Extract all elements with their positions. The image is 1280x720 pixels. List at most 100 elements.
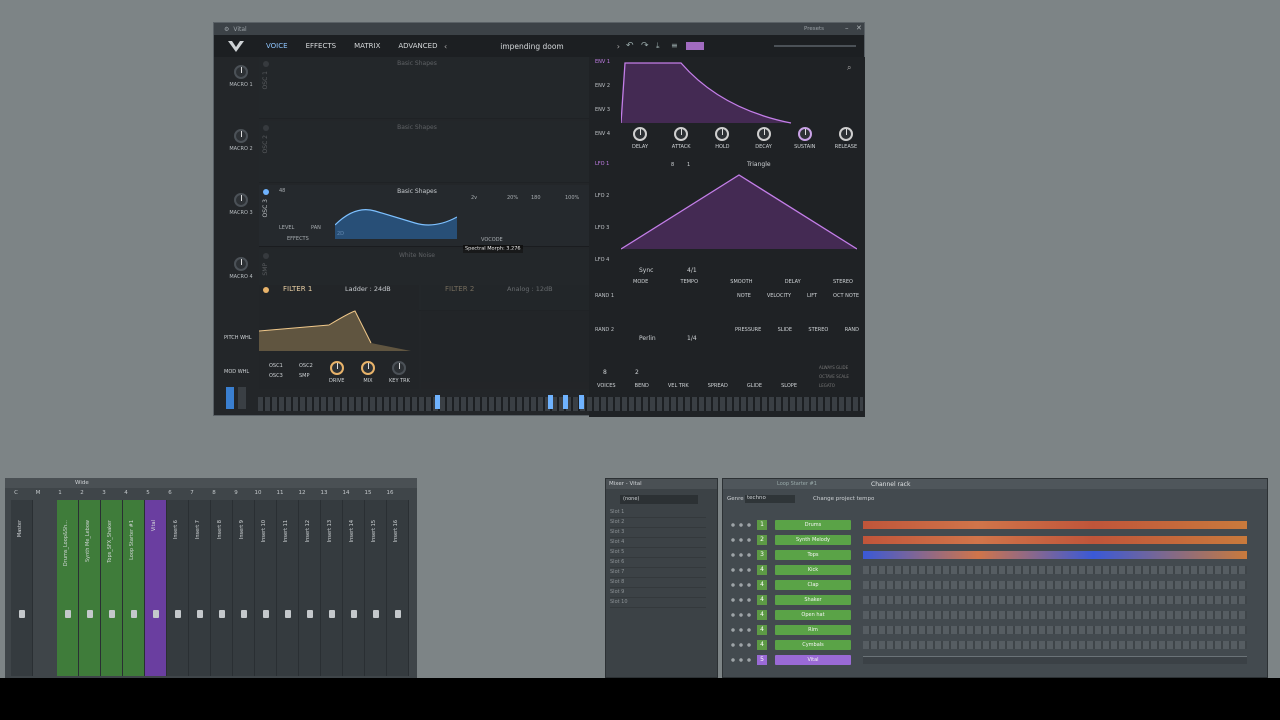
audio-clip[interactable]: [863, 536, 1247, 544]
channel-row[interactable]: 3 Tops: [723, 549, 1267, 561]
insert-slot[interactable]: Slot 4: [610, 539, 706, 548]
channel-mute-leds[interactable]: [729, 522, 753, 528]
channel-row[interactable]: 4 Open hat: [723, 609, 1267, 621]
mod-wheel[interactable]: [238, 387, 246, 409]
filter-1-smp[interactable]: SMP: [299, 373, 310, 379]
track-number[interactable]: 15: [357, 490, 379, 500]
mixer-strip[interactable]: Insert 16: [387, 500, 409, 676]
channel-name-button[interactable]: Clap: [775, 580, 851, 590]
insert-slot[interactable]: Slot 10: [610, 599, 706, 608]
track-number[interactable]: 4: [115, 490, 137, 500]
channel-row[interactable]: 4 Clap: [723, 579, 1267, 591]
mixer-strip[interactable]: Insert 14: [343, 500, 365, 676]
env-3-tab[interactable]: ENV 3: [595, 107, 610, 113]
mixer-strip[interactable]: Insert 12: [299, 500, 321, 676]
voice-option-legato[interactable]: LEGATO: [819, 381, 849, 390]
lfo-shape-name[interactable]: Triangle: [747, 161, 771, 168]
volume-fader[interactable]: [197, 610, 203, 618]
volume-fader[interactable]: [307, 610, 313, 618]
channel-mute-leds[interactable]: [729, 567, 753, 573]
osc-3-phase-pct[interactable]: 100%: [565, 195, 579, 201]
volume-fader[interactable]: [219, 610, 225, 618]
insert-slot[interactable]: Slot 5: [610, 549, 706, 558]
rand-2-tab[interactable]: RAND 2: [595, 327, 614, 333]
osc-3-pitch[interactable]: 48: [279, 188, 285, 194]
osc-2-toggle[interactable]: [263, 125, 269, 131]
insert-slot[interactable]: Slot 3: [610, 529, 706, 538]
volume-fader[interactable]: [329, 610, 335, 618]
bend-value[interactable]: 2: [635, 369, 639, 376]
step-sequencer[interactable]: [863, 596, 1247, 604]
volume-fader[interactable]: [395, 610, 401, 618]
track-number[interactable]: 3: [93, 490, 115, 500]
insert-slot[interactable]: Slot 6: [610, 559, 706, 568]
preset-selector[interactable]: ‹ impending doom ›: [444, 39, 620, 53]
search-icon[interactable]: ⌕: [847, 63, 851, 73]
osc-3-wavetable[interactable]: [335, 197, 457, 239]
mixer-strip[interactable]: Tops_SFX_Shaker: [101, 500, 123, 676]
track-number[interactable]: 14: [335, 490, 357, 500]
mixer-strip[interactable]: Insert 11: [277, 500, 299, 676]
track-number[interactable]: 5: [137, 490, 159, 500]
presets-label[interactable]: Presets: [804, 26, 824, 32]
channel-mixer-route[interactable]: 4: [757, 625, 767, 635]
mod-source-velocity[interactable]: VELOCITY: [767, 293, 791, 299]
step-sequencer[interactable]: [863, 581, 1247, 589]
mod-source-rand[interactable]: RAND: [845, 327, 859, 333]
filter-1-drive-knob[interactable]: DRIVE: [329, 361, 344, 384]
volume-fader[interactable]: [109, 610, 115, 618]
insert-slot[interactable]: Slot 8: [610, 579, 706, 588]
lfo-mode-value[interactable]: Sync: [639, 267, 653, 274]
minimize-icon[interactable]: –: [845, 24, 849, 32]
channel-mixer-route[interactable]: 2: [757, 535, 767, 545]
random-tempo-value[interactable]: 1/4: [687, 335, 697, 342]
osc-3-phase[interactable]: 180: [531, 195, 541, 201]
env-attack-knob[interactable]: ATTACK: [666, 127, 696, 150]
voice-option-octave-scale[interactable]: OCTAVE SCALE: [819, 372, 849, 381]
step-sequencer[interactable]: [863, 566, 1247, 574]
filter-2[interactable]: FILTER 2 Analog : 12dB: [421, 285, 589, 389]
osc-3-unison[interactable]: 2v: [471, 195, 477, 201]
step-sequencer[interactable]: [863, 611, 1247, 619]
piano-roll-preview[interactable]: [863, 656, 1247, 664]
mixer-strip[interactable]: Insert 10: [255, 500, 277, 676]
channel-mute-leds[interactable]: [729, 657, 753, 663]
mixer-strip[interactable]: Insert 13: [321, 500, 343, 676]
keyboard[interactable]: [258, 397, 863, 411]
mixer-strip[interactable]: Insert 8: [211, 500, 233, 676]
macro-3[interactable]: MACRO 3: [224, 193, 258, 216]
lfo-2-tab[interactable]: LFO 2: [595, 193, 609, 199]
volume-fader[interactable]: [285, 610, 291, 618]
vital-titlebar[interactable]: ⚙ Vital Presets – ✕: [214, 23, 864, 35]
lfo-steps-b[interactable]: 1: [687, 162, 690, 168]
gear-icon[interactable]: ⚙: [224, 26, 229, 33]
mixer-view-mode[interactable]: Wide: [75, 480, 89, 486]
env-release-knob[interactable]: RELEASE: [831, 127, 861, 150]
channel-row[interactable]: 4 Kick: [723, 564, 1267, 576]
lfo-1-tab[interactable]: LFO 1: [595, 161, 609, 167]
undo-icon[interactable]: ↶: [626, 41, 634, 51]
macro-1[interactable]: MACRO 1: [224, 65, 258, 88]
lfo-steps-a[interactable]: 8: [671, 162, 674, 168]
lfo-graph[interactable]: [621, 171, 857, 251]
filter-1-osc3[interactable]: OSC3: [269, 373, 283, 379]
volume-fader[interactable]: [175, 610, 181, 618]
mixer-strip[interactable]: Master: [11, 500, 33, 676]
channel-name-button[interactable]: Drums: [775, 520, 851, 530]
channel-mixer-route[interactable]: 4: [757, 640, 767, 650]
tab-voice[interactable]: VOICE: [266, 42, 288, 50]
voice-option-always-glide[interactable]: ALWAYS GLIDE: [819, 363, 849, 372]
channel-row[interactable]: 4 Cymbals: [723, 639, 1267, 651]
pitch-wheel[interactable]: [226, 387, 234, 409]
osc-3-toggle[interactable]: [263, 189, 269, 195]
channel-name-button[interactable]: Rim: [775, 625, 851, 635]
mod-source-oct-note[interactable]: OCT NOTE: [833, 293, 859, 299]
smp-toggle[interactable]: [263, 253, 269, 259]
env-hold-knob[interactable]: HOLD: [707, 127, 737, 150]
volume-fader[interactable]: [65, 610, 71, 618]
channel-mute-leds[interactable]: [729, 597, 753, 603]
channel-name-button[interactable]: Synth Melody: [775, 535, 851, 545]
track-number[interactable]: M: [27, 490, 49, 500]
track-number[interactable]: 7: [181, 490, 203, 500]
mixer-strip[interactable]: Loop Starter #1: [123, 500, 145, 676]
